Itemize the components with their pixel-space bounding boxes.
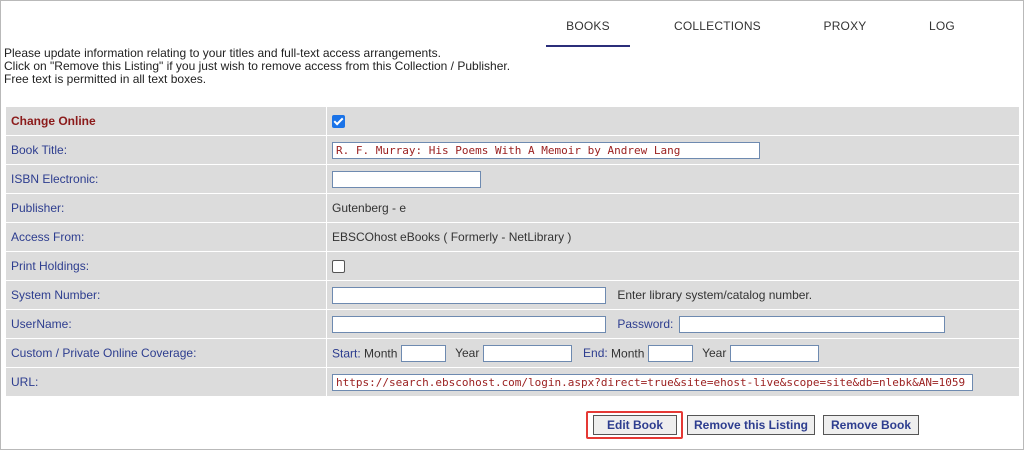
tab-collections[interactable]: COLLECTIONS [674,19,761,33]
password-input[interactable] [678,315,945,333]
access-from-label: Access From: [5,222,327,252]
username-label: UserName: [5,309,327,339]
system-number-hint: Enter library system/catalog number. [617,288,813,302]
access-from-value: EBSCOhost eBooks ( Formerly - NetLibrary… [326,222,1020,252]
change-online-checkbox[interactable] [332,115,345,129]
row-access-from: Access From: EBSCOhost eBooks ( Formerly… [5,222,1020,252]
isbn-input[interactable] [332,170,481,188]
change-online-label: Change Online [5,106,327,136]
row-publisher: Publisher: Gutenberg - e [5,193,1020,223]
row-coverage: Custom / Private Online Coverage: Start:… [5,338,1020,368]
url-label: URL: [5,367,327,397]
start-month-label: Month [364,346,398,360]
tab-books[interactable]: BOOKS [546,19,630,47]
row-change-online: Change Online [5,106,1020,136]
system-number-input[interactable] [332,286,606,304]
remove-book-button[interactable]: Remove Book [823,415,919,435]
end-label: End: [583,346,608,360]
coverage-label: Custom / Private Online Coverage: [5,338,327,368]
row-username: UserName: Password: [5,309,1020,339]
url-input[interactable] [332,373,973,391]
tab-proxy[interactable]: PROXY [823,19,867,33]
isbn-label: ISBN Electronic: [5,164,327,194]
end-month-input[interactable] [647,344,693,362]
publisher-value: Gutenberg - e [326,193,1020,223]
password-label: Password: [617,317,674,331]
row-url: URL: [5,367,1020,397]
top-nav: BOOKS COLLECTIONS PROXY LOG [1,1,1023,47]
end-month-label: Month [611,346,645,360]
edit-book-button[interactable]: Edit Book [593,415,677,435]
end-year-input[interactable] [729,344,819,362]
row-book-title: Book Title: [5,135,1020,165]
system-number-label: System Number: [5,280,327,310]
end-year-label: Year [702,346,727,360]
print-holdings-checkbox[interactable] [332,260,345,274]
publisher-label: Publisher: [5,193,327,223]
start-year-input[interactable] [482,344,572,362]
row-system-number: System Number: Enter library system/cata… [5,280,1020,310]
row-print-holdings: Print Holdings: [5,251,1020,281]
start-month-input[interactable] [400,344,446,362]
start-year-label: Year [455,346,480,360]
username-input[interactable] [332,315,606,333]
print-holdings-label: Print Holdings: [5,251,327,281]
book-title-label: Book Title: [5,135,327,165]
remove-listing-button[interactable]: Remove this Listing [687,415,815,435]
edit-book-form: Change Online Book Title: ISBN Electroni… [5,106,1020,397]
book-title-input[interactable] [332,141,760,159]
tab-log[interactable]: LOG [929,19,955,33]
intro-text: Please update information relating to yo… [4,47,510,86]
row-isbn: ISBN Electronic: [5,164,1020,194]
app-frame: BOOKS COLLECTIONS PROXY LOG Please updat… [0,0,1024,450]
start-label: Start: [332,346,361,360]
intro-line: Free text is permitted in all text boxes… [4,72,207,86]
